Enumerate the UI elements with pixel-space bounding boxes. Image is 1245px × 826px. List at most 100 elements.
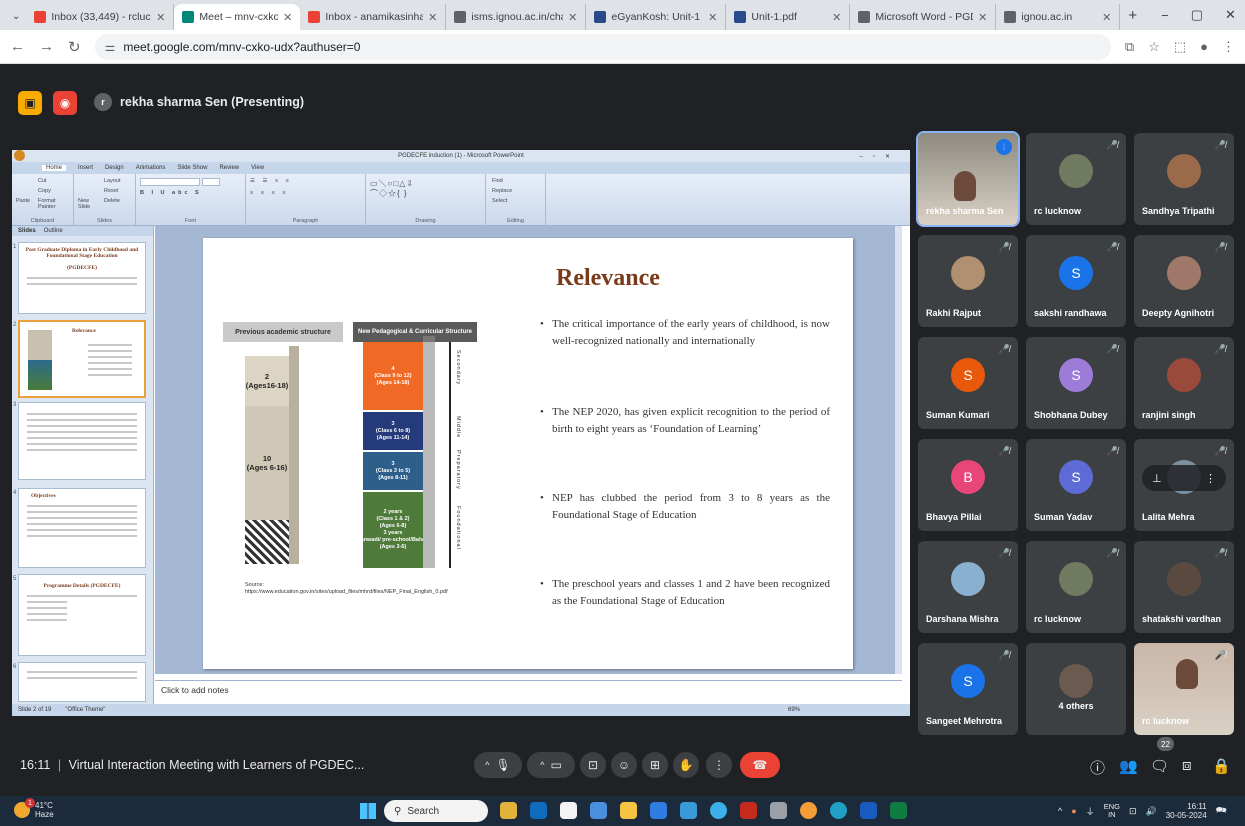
participant-tile[interactable]: 🎤̸ Sandhya Tripathi bbox=[1134, 133, 1234, 225]
participant-tile[interactable]: S 🎤̸ sakshi randhawa bbox=[1026, 235, 1126, 327]
host-controls-icon[interactable]: 🔒 bbox=[1212, 757, 1231, 775]
layout-button[interactable]: Layout bbox=[104, 178, 121, 184]
mic-button[interactable]: ^ 🎙 bbox=[474, 752, 522, 778]
office-button-icon[interactable] bbox=[14, 150, 25, 161]
participant-tile[interactable]: 🎤̸ Darshana Mishra bbox=[918, 541, 1018, 633]
extensions-icon[interactable]: ⬚ bbox=[1174, 39, 1186, 55]
font-format-buttons[interactable]: B I U abc S bbox=[140, 190, 202, 196]
close-tab-icon[interactable]: ✕ bbox=[428, 11, 437, 24]
notes-pane[interactable]: Click to add notes bbox=[155, 680, 902, 704]
present-button[interactable]: ⊞ bbox=[642, 752, 668, 778]
taskbar-app-icon[interactable] bbox=[590, 802, 607, 819]
reset-button[interactable]: Reset bbox=[104, 188, 118, 194]
leave-call-button[interactable]: ☎ bbox=[740, 752, 780, 778]
minimize-icon[interactable]: − bbox=[1161, 8, 1169, 23]
participant-tile[interactable]: 4 others bbox=[1026, 643, 1126, 735]
forward-icon[interactable]: → bbox=[39, 38, 54, 55]
browser-tab[interactable]: ignou.ac.in ✕ bbox=[996, 4, 1121, 30]
participant-tile[interactable]: S 🎤̸ Sangeet Mehrotra bbox=[918, 643, 1018, 735]
participant-tile[interactable]: 🎤̸ ⊥ ⋮ Lalita Mehra bbox=[1134, 439, 1234, 531]
file-explorer-icon[interactable] bbox=[620, 802, 637, 819]
taskbar-app-icon[interactable] bbox=[740, 802, 757, 819]
browser-tab[interactable]: Inbox (33,449) - rclucknow ✕ bbox=[26, 4, 175, 30]
format-painter-button[interactable]: Format Painter bbox=[38, 198, 73, 210]
paragraph-buttons[interactable]: ☰ ☰ ≡ ≡ bbox=[250, 178, 292, 184]
browser-tab[interactable]: Meet – mnv-cxko-udx ✕ bbox=[174, 4, 301, 30]
close-tab-icon[interactable]: ✕ bbox=[978, 11, 987, 24]
new-slide-button[interactable]: New Slide bbox=[78, 198, 100, 210]
network-icon[interactable]: ⊡ bbox=[1129, 806, 1137, 817]
paste-button[interactable]: Paste bbox=[16, 198, 30, 204]
taskbar-app-icon[interactable] bbox=[830, 802, 847, 819]
slide-thumbnail-5[interactable]: Programme Details (PGDECFE) bbox=[18, 574, 146, 656]
close-window-icon[interactable]: ✕ bbox=[1225, 7, 1236, 23]
ribbon-tab[interactable]: Slide Show bbox=[177, 165, 207, 171]
participant-tile[interactable]: 🎤̸ Rakhi Rajput bbox=[918, 235, 1018, 327]
ribbon-tab[interactable]: View bbox=[251, 165, 264, 171]
meeting-details-icon[interactable]: ⓘ bbox=[1090, 757, 1105, 778]
zoom-level[interactable]: 69% bbox=[788, 707, 800, 713]
font-size-box[interactable] bbox=[202, 178, 220, 186]
restore-icon[interactable]: ▢ bbox=[1191, 7, 1203, 23]
select-button[interactable]: Select bbox=[492, 198, 507, 204]
chevron-up-icon[interactable]: ^ bbox=[485, 760, 489, 770]
taskbar-app-icon[interactable] bbox=[650, 802, 667, 819]
participant-tile[interactable]: 🎤̸ Deepty Agnihotri bbox=[1134, 235, 1234, 327]
delete-button[interactable]: Delete bbox=[104, 198, 120, 204]
slide-thumbnail-3[interactable] bbox=[18, 402, 146, 480]
browser-tab[interactable]: Microsoft Word - PGDECE ✕ bbox=[850, 4, 997, 30]
ribbon-tab[interactable]: Animations bbox=[136, 165, 166, 171]
pin-icon[interactable]: ⊥ bbox=[1152, 472, 1162, 485]
start-windows-icon[interactable] bbox=[360, 803, 376, 819]
participant-tile[interactable]: B 🎤̸ Bhavya Pillai bbox=[918, 439, 1018, 531]
participant-tile[interactable]: S 🎤̸ Suman Yadav bbox=[1026, 439, 1126, 531]
browser-tab[interactable]: Unit-1.pdf ✕ bbox=[726, 4, 851, 30]
browser-tab[interactable]: eGyanKosh: Unit-1 The Ec ✕ bbox=[586, 4, 727, 30]
slide-thumbnail-2[interactable]: Relevance bbox=[18, 320, 146, 398]
browser-tab[interactable]: isms.ignou.ac.in/changep ✕ bbox=[446, 4, 587, 30]
tab-outline[interactable]: Outline bbox=[44, 228, 63, 234]
notification-icon[interactable]: 🗪 bbox=[1216, 803, 1227, 819]
taskbar-app-icon[interactable] bbox=[560, 802, 577, 819]
taskbar-app-icon[interactable] bbox=[680, 802, 697, 819]
tab-slides[interactable]: Slides bbox=[18, 228, 36, 234]
slide-thumbnail-6[interactable] bbox=[18, 662, 146, 702]
url-field[interactable]: ⚌ meet.google.com/mnv-cxko-udx?authuser=… bbox=[94, 33, 1111, 60]
reactions-button[interactable]: ☺ bbox=[611, 752, 637, 778]
close-tab-icon[interactable]: ✕ bbox=[708, 11, 717, 24]
participant-tile[interactable]: S 🎤̸ Suman Kumari bbox=[918, 337, 1018, 429]
tray-chevron-icon[interactable]: ^ bbox=[1058, 806, 1062, 816]
clock[interactable]: 16:11 30-05-2024 bbox=[1166, 802, 1207, 820]
volume-icon[interactable]: 🔊 bbox=[1146, 806, 1157, 817]
bookmark-star-icon[interactable]: ☆ bbox=[1148, 39, 1160, 55]
participant-tile[interactable]: ⦙ rekha sharma Sen bbox=[916, 131, 1020, 227]
menu-icon[interactable]: ⋮ bbox=[1222, 39, 1235, 55]
taskbar-search[interactable]: ⚲ Search bbox=[384, 800, 488, 822]
close-tab-icon[interactable]: ✕ bbox=[283, 11, 292, 24]
close-tab-icon[interactable]: ✕ bbox=[832, 11, 841, 24]
back-icon[interactable]: ← bbox=[10, 38, 25, 55]
browser-tab[interactable]: Inbox - anamikasinha@ig ✕ bbox=[300, 4, 447, 30]
replace-button[interactable]: Replace bbox=[492, 188, 512, 194]
raise-hand-button[interactable]: ✋ bbox=[673, 752, 699, 778]
chrome-icon[interactable] bbox=[800, 802, 817, 819]
site-info-icon[interactable]: ⚌ bbox=[105, 40, 116, 54]
tray-usb-icon[interactable]: ⏚ bbox=[1086, 805, 1095, 818]
copy-button[interactable]: Copy bbox=[38, 188, 51, 194]
close-tab-icon[interactable]: ✕ bbox=[568, 11, 577, 24]
participant-tile[interactable]: S 🎤̸ Shobhana Dubey bbox=[1026, 337, 1126, 429]
ribbon-tab[interactable]: Design bbox=[105, 165, 124, 171]
chevron-up-icon[interactable]: ^ bbox=[540, 760, 544, 770]
slide-thumbnail-4[interactable]: Objectives bbox=[18, 488, 146, 568]
language-indicator[interactable]: ENG IN bbox=[1104, 803, 1120, 819]
stop-presenting-icon[interactable]: ◉ bbox=[53, 91, 77, 115]
profile-icon[interactable]: ● bbox=[1200, 39, 1208, 55]
camera-button[interactable]: ^ ▭ bbox=[527, 752, 575, 778]
ribbon-tab[interactable]: Insert bbox=[78, 165, 93, 171]
presentation-icon[interactable]: ▣ bbox=[18, 91, 42, 115]
participant-tile[interactable]: 🎤̸ shatakshi vardhan bbox=[1134, 541, 1234, 633]
cut-button[interactable]: Cut bbox=[38, 178, 47, 184]
excel-icon[interactable] bbox=[890, 802, 907, 819]
close-tab-icon[interactable]: ✕ bbox=[156, 11, 165, 24]
people-icon[interactable]: 👥 bbox=[1119, 757, 1138, 775]
